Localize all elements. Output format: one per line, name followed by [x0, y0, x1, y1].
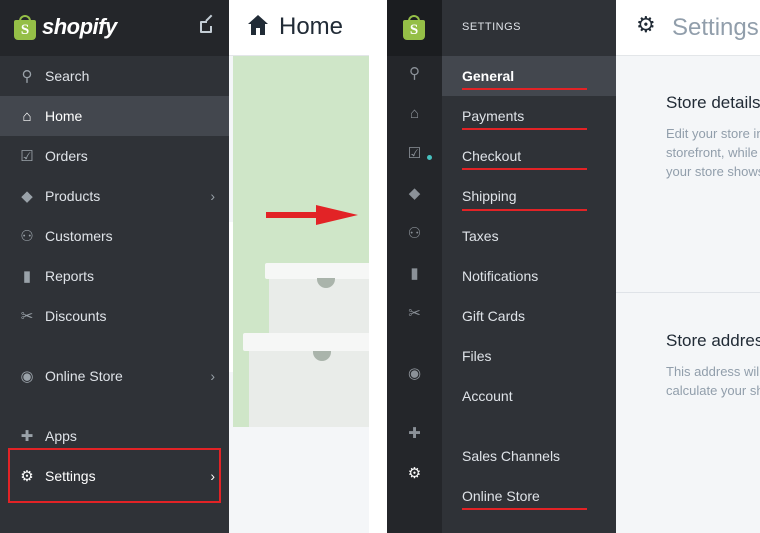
gear-icon[interactable]: ⚙ [387, 454, 442, 494]
logo-bar: S [387, 0, 442, 56]
arrow-head [316, 205, 358, 225]
gear-icon: ⚙ [636, 12, 656, 37]
orders-icon: ☑ [20, 148, 34, 165]
section-text: This address will [666, 364, 760, 379]
settings-gift-cards[interactable]: Gift Cards [442, 296, 616, 336]
submenu-heading: SETTINGS [462, 21, 522, 33]
nav-label: Search [45, 68, 90, 84]
welcome-illustration [233, 56, 369, 427]
nav-online-store[interactable]: ◉ Online Store › [0, 356, 229, 396]
nav-label: Orders [45, 148, 88, 164]
settings-highlight-box [8, 448, 221, 503]
nav-discounts[interactable]: ✂ Discounts [0, 296, 229, 336]
reports-icon: ▮ [22, 268, 32, 285]
shopify-bag-icon[interactable]: S [403, 15, 425, 40]
external-link-icon[interactable] [200, 20, 213, 33]
globe-icon: ◉ [20, 368, 34, 385]
search-icon[interactable]: ⚲ [387, 54, 442, 94]
nav-label: Online Store [45, 368, 123, 384]
chevron-right-icon[interactable]: › [210, 188, 215, 204]
orders-icon[interactable]: ☑ [387, 134, 442, 174]
section-text: your store shows [666, 164, 760, 179]
logo-bar: S shopify [0, 0, 229, 56]
settings-content: ⚙ Settings Store details Edit your store… [616, 0, 760, 533]
shopify-bag-icon[interactable]: S [14, 15, 36, 40]
customers-icon: ⚇ [20, 228, 34, 245]
nav-label: Discounts [45, 308, 107, 324]
arrow-indicator [266, 212, 318, 218]
main-sidebar: S shopify ⚲ Search ⌂ Home ☑ Orders ◆ Pro… [0, 0, 229, 533]
home-page: Home [229, 0, 369, 533]
settings-files[interactable]: Files [442, 336, 616, 376]
settings-header: ⚙ Settings [616, 0, 760, 56]
shopify-logo[interactable]: shopify [42, 14, 117, 40]
reports-icon[interactable]: ▮ [387, 254, 442, 294]
page-title: Home [279, 13, 344, 40]
notification-dot [427, 155, 432, 160]
nav-customers[interactable]: ⚇ Customers [0, 216, 229, 256]
discounts-icon[interactable]: ✂ [387, 294, 442, 334]
settings-taxes[interactable]: Taxes [442, 216, 616, 256]
settings-sales-channels[interactable]: Sales Channels [442, 436, 616, 476]
settings-account[interactable]: Account [442, 376, 616, 416]
settings-checkout[interactable]: Checkout [442, 136, 616, 176]
nav-orders[interactable]: ☑ Orders [0, 136, 229, 176]
settings-submenu: SETTINGS General Payments Checkout Shipp… [442, 0, 616, 533]
nav-label: Home [45, 108, 83, 124]
tag-icon: ◆ [21, 188, 33, 205]
nav-label: Reports [45, 268, 95, 284]
home-header: Home [229, 0, 369, 56]
discounts-icon: ✂ [20, 308, 34, 325]
nav-search[interactable]: ⚲ Search [0, 56, 229, 96]
section-text: calculate your sh [666, 383, 760, 398]
section-title: Store address [666, 331, 760, 350]
nav-reports[interactable]: ▮ Reports [0, 256, 229, 296]
page-title: Settings [672, 14, 759, 41]
home-icon [248, 15, 268, 35]
nav-products[interactable]: ◆ Products › [0, 176, 229, 216]
puzzle-icon: ✚ [20, 428, 34, 445]
nav-label: Apps [45, 428, 77, 444]
section-text: storefront, while [666, 145, 758, 160]
globe-icon[interactable]: ◉ [387, 354, 442, 394]
section-text: Edit your store in [666, 126, 760, 141]
nav-label: Products [45, 188, 101, 204]
home-icon: ⌂ [22, 107, 32, 125]
collapsed-sidebar: S ⚲ ⌂ ☑ ◆ ⚇ ▮ ✂ ◉ ✚ ⚙ [387, 0, 442, 533]
puzzle-icon[interactable]: ✚ [387, 414, 442, 454]
settings-payments[interactable]: Payments [442, 96, 616, 136]
chevron-right-icon[interactable]: › [210, 368, 215, 384]
tag-icon[interactable]: ◆ [387, 174, 442, 214]
nav-label: Customers [45, 228, 113, 244]
settings-general[interactable]: General [442, 56, 616, 96]
settings-notifications[interactable]: Notifications [442, 256, 616, 296]
home-icon[interactable]: ⌂ [387, 94, 442, 134]
settings-online-store[interactable]: Online Store [442, 476, 616, 516]
nav-home[interactable]: ⌂ Home [0, 96, 229, 136]
customers-icon[interactable]: ⚇ [387, 214, 442, 254]
search-icon: ⚲ [21, 68, 33, 85]
section-title: Store details [666, 93, 760, 112]
